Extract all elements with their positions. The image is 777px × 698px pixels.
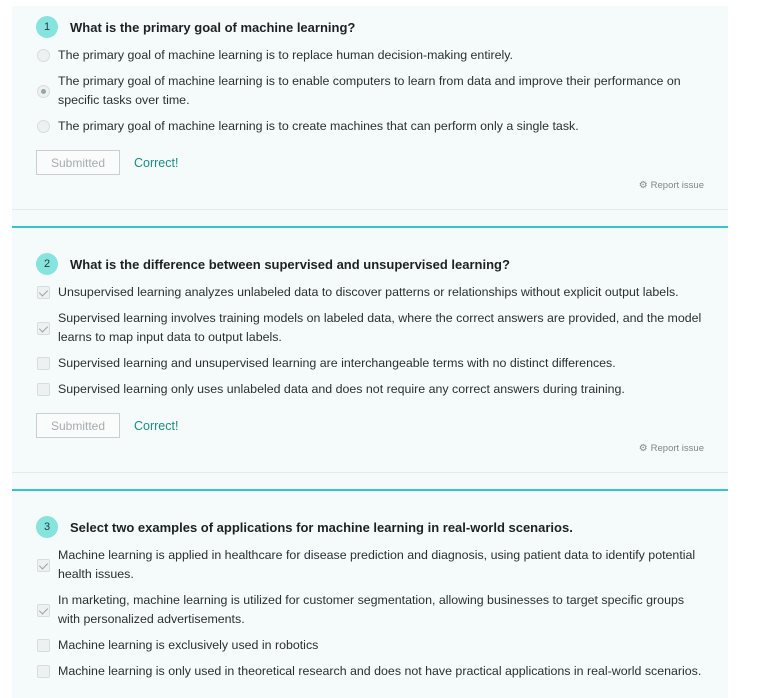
option-label: In marketing, machine learning is utiliz… [58,593,685,626]
report-issue-label: Report issue [650,180,704,191]
checkbox[interactable] [37,383,50,396]
result-feedback: Correct! [134,155,179,170]
answer-option[interactable]: The primary goal of machine learning is … [36,72,704,110]
option-label: The primary goal of machine learning is … [58,119,579,133]
question-header: 2 What is the difference between supervi… [36,253,704,275]
answer-option[interactable]: Supervised learning involves training mo… [36,309,704,347]
checkbox[interactable] [37,357,50,370]
question-title: What is the difference between supervise… [70,256,510,272]
checkbox[interactable] [37,665,50,678]
option-label: Supervised learning involves training mo… [58,311,702,344]
divider [12,209,728,210]
answer-option[interactable]: Supervised learning only uses unlabeled … [36,380,704,399]
checkbox-checked[interactable] [37,558,50,572]
option-label: Machine learning is applied in healthcar… [58,548,696,581]
answer-option[interactable]: Machine learning is exclusively used in … [36,636,704,655]
report-issue-label: Report issue [650,443,704,454]
checkbox-checked[interactable] [37,321,50,335]
answer-option[interactable]: Machine learning is only used in theoret… [36,662,704,681]
option-label: Unsupervised learning analyzes unlabeled… [58,285,679,299]
checkbox-checked[interactable] [37,286,50,299]
checkbox[interactable] [37,639,50,652]
report-issue-link[interactable]: ⚙ Report issue [639,180,704,191]
question-number-badge: 1 [36,16,58,38]
option-label: Machine learning is only used in theoret… [58,664,702,678]
option-label: Machine learning is exclusively used in … [58,638,319,652]
answer-option[interactable]: Unsupervised learning analyzes unlabeled… [36,283,704,302]
option-label: The primary goal of machine learning is … [58,48,514,62]
result-feedback: Correct! [134,418,179,433]
answer-option[interactable]: The primary goal of machine learning is … [36,46,704,65]
divider [12,472,728,473]
section-divider [12,226,728,228]
question-number-badge: 3 [36,516,58,538]
question-1: 1 What is the primary goal of machine le… [12,16,728,175]
answer-option[interactable]: The primary goal of machine learning is … [36,117,704,136]
checkbox-checked[interactable] [37,603,50,617]
question-2: 2 What is the difference between supervi… [12,253,728,438]
option-label: Supervised learning only uses unlabeled … [58,382,625,396]
answer-option[interactable]: Machine learning is applied in healthcar… [36,546,704,584]
question-header: 3 Select two examples of applications fo… [36,516,704,538]
answer-option[interactable]: In marketing, machine learning is utiliz… [36,591,704,629]
report-issue-link[interactable]: ⚙ Report issue [639,443,704,454]
answer-option[interactable]: Supervised learning and unsupervised lea… [36,354,704,373]
question-header: 1 What is the primary goal of machine le… [36,16,704,38]
question-actions: Submitted Correct! [36,150,704,175]
radio-button-selected[interactable] [37,84,50,98]
bug-icon: ⚙ [638,443,648,454]
option-label: Supervised learning and unsupervised lea… [58,356,616,370]
question-title: What is the primary goal of machine lear… [70,19,356,35]
radio-button[interactable] [37,120,50,133]
submitted-button[interactable]: Submitted [36,413,120,438]
question-number-badge: 2 [36,253,58,275]
section-divider [12,489,728,491]
question-actions: Submitted Correct! [36,413,704,438]
quiz-panel: 1 What is the primary goal of machine le… [12,6,728,698]
question-title: Select two examples of applications for … [70,519,573,535]
bug-icon: ⚙ [638,180,648,191]
question-3: 3 Select two examples of applications fo… [12,516,728,688]
radio-button[interactable] [37,49,50,62]
option-label: The primary goal of machine learning is … [58,74,681,107]
submitted-button[interactable]: Submitted [36,150,120,175]
